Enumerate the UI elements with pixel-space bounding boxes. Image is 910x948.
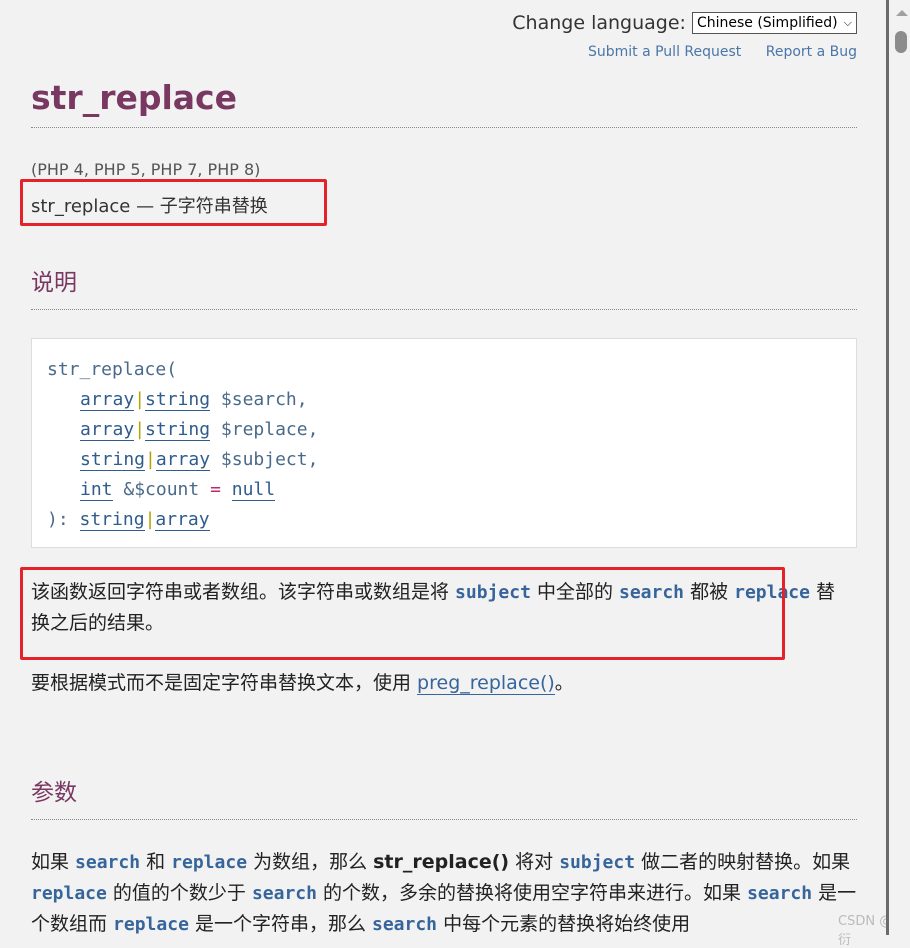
type-link[interactable]: array: [80, 389, 135, 411]
type-link[interactable]: string: [145, 389, 211, 411]
scrollbar[interactable]: [886, 0, 910, 935]
type-link[interactable]: int: [80, 479, 113, 501]
type-link[interactable]: array: [155, 449, 211, 471]
null-link[interactable]: null: [231, 479, 276, 501]
php-versions: (PHP 4, PHP 5, PHP 7, PHP 8): [31, 160, 261, 179]
change-language-label: Change language:: [512, 12, 686, 34]
type-link[interactable]: array: [80, 419, 135, 441]
highlight-box: [20, 567, 785, 660]
page-title: str_replace: [31, 78, 857, 128]
type-link[interactable]: string: [79, 509, 145, 531]
language-select[interactable]: Chinese (Simplified) ⌵: [691, 12, 857, 34]
submit-pull-request-link[interactable]: Submit a Pull Request: [588, 44, 741, 60]
type-link[interactable]: string: [145, 419, 211, 441]
equals: =: [210, 479, 221, 500]
language-selected-value: Chinese (Simplified): [696, 15, 838, 31]
report-bug-link[interactable]: Report a Bug: [766, 44, 857, 60]
preg-replace-link[interactable]: preg_replace(): [417, 672, 555, 695]
highlight-box: [20, 179, 327, 226]
preg-note: 要根据模式而不是固定字符串替换文本，使用 preg_replace()。: [31, 672, 574, 695]
type-link[interactable]: array: [155, 509, 210, 531]
top-bar: Change language: Chinese (Simplified) ⌵ S…: [512, 12, 857, 60]
function-name: str_replace(: [47, 359, 178, 380]
type-link[interactable]: string: [80, 449, 146, 471]
scroll-up-arrow-icon[interactable]: [896, 10, 908, 16]
param: $subject,: [220, 449, 319, 470]
param: $replace,: [220, 419, 319, 440]
param: $search,: [220, 389, 308, 410]
chevron-down-icon: ⌵: [843, 16, 852, 29]
method-synopsis: str_replace( array|string $search, array…: [31, 338, 857, 548]
php-manual-page: Change language: Chinese (Simplified) ⌵ S…: [0, 0, 886, 935]
parameters-text: 如果 search 和 replace 为数组，那么 str_replace()…: [31, 851, 857, 935]
return-prefix: ):: [47, 509, 69, 530]
description-heading: 说明: [31, 263, 857, 310]
param: &$count: [123, 479, 200, 500]
scrollbar-thumb[interactable]: [895, 31, 907, 53]
parameters-heading: 参数: [31, 773, 857, 820]
